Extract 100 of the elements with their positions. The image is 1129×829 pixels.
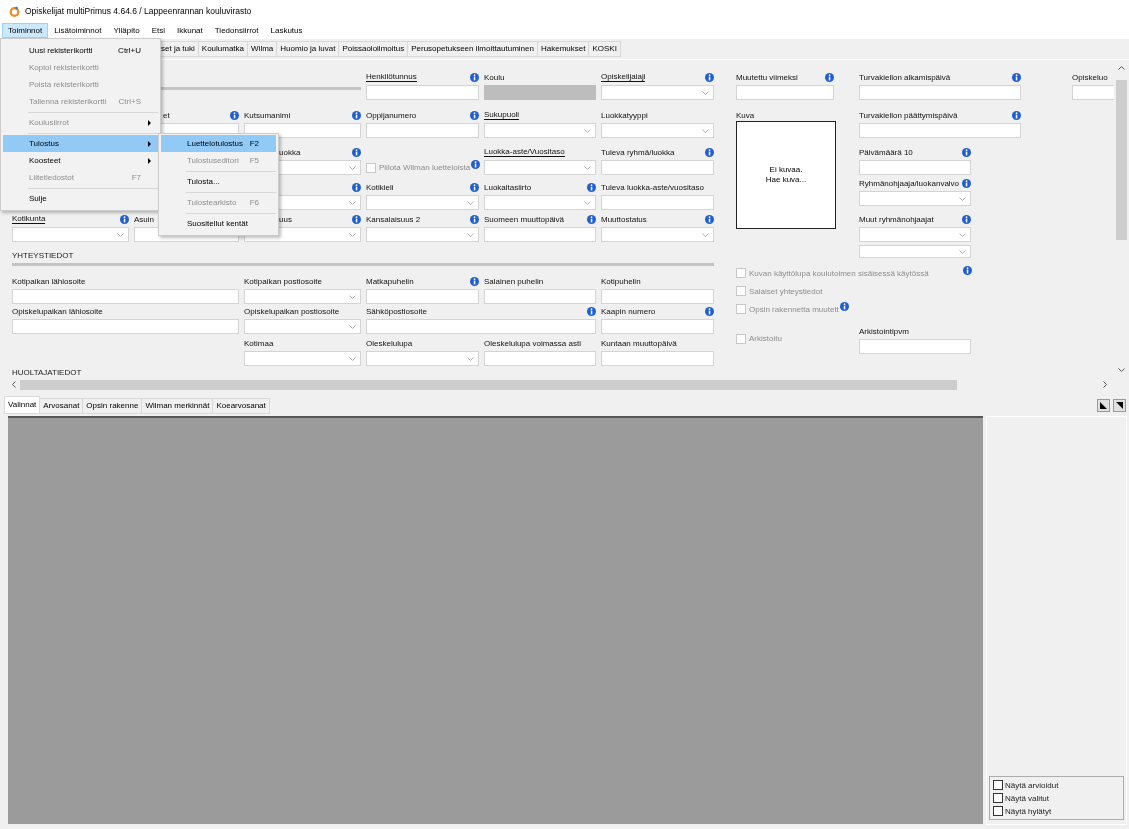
text-field[interactable] (601, 160, 714, 175)
tab[interactable]: Perusopetukseen ilmoittautuminen (408, 41, 538, 57)
text-field[interactable] (12, 319, 239, 334)
dropdown-field[interactable] (244, 289, 361, 304)
text-field[interactable] (859, 85, 1021, 100)
dropdown-field[interactable] (366, 195, 479, 210)
chevron-up-icon[interactable] (1118, 66, 1125, 70)
tab[interactable]: Hakemukset (537, 41, 590, 57)
info-icon[interactable] (587, 182, 596, 192)
dropdown-field[interactable] (244, 319, 361, 334)
dropdown-field[interactable] (484, 123, 596, 138)
text-field[interactable] (484, 351, 596, 366)
dropdown-field[interactable] (484, 195, 596, 210)
chevron-down-icon[interactable] (1118, 368, 1125, 372)
chevron-right-icon[interactable] (1103, 381, 1107, 388)
text-field[interactable] (366, 85, 479, 100)
scrollbar-thumb[interactable] (20, 379, 957, 390)
menu-item[interactable]: Tulosta... (161, 173, 276, 190)
menu-bar-item[interactable]: Lisätoiminnot (48, 23, 108, 38)
dropdown-field[interactable] (484, 160, 596, 175)
menu-item[interactable]: Tulostus (3, 135, 158, 152)
tab[interactable]: Koearvosanat (213, 398, 270, 414)
tab[interactable]: Arvosanat (40, 398, 84, 414)
text-field[interactable] (859, 160, 971, 175)
info-icon[interactable] (120, 214, 129, 224)
info-icon[interactable] (470, 110, 479, 120)
menu-item[interactable]: Koosteet (3, 152, 158, 169)
dropdown-field[interactable] (366, 227, 479, 242)
info-icon[interactable] (587, 306, 596, 316)
dropdown-field[interactable] (601, 227, 714, 242)
info-icon[interactable] (352, 182, 361, 192)
dropdown-field[interactable] (859, 245, 971, 258)
info-icon[interactable] (470, 276, 479, 286)
info-icon[interactable] (705, 72, 714, 82)
menu-bar-item[interactable]: Ikkunat (171, 23, 209, 38)
dock-button[interactable] (1097, 399, 1110, 412)
info-icon[interactable] (1012, 72, 1021, 82)
tab[interactable]: Wilma (248, 41, 278, 57)
photo-placeholder[interactable]: Ei kuvaa. Hae kuva... (736, 121, 836, 229)
menu-bar-item[interactable]: Toiminnot (2, 23, 49, 38)
info-icon[interactable] (825, 72, 834, 82)
info-icon[interactable] (962, 147, 971, 157)
text-field[interactable] (601, 319, 714, 334)
text-field[interactable] (366, 319, 596, 334)
dropdown-field[interactable] (859, 227, 971, 242)
text-field[interactable] (736, 85, 834, 100)
text-field[interactable] (601, 289, 714, 304)
info-icon[interactable] (705, 147, 714, 157)
menu-bar-item[interactable]: Laskutus (264, 23, 309, 38)
dropdown-field[interactable] (244, 351, 361, 366)
info-icon[interactable] (352, 110, 361, 120)
menu-bar-item[interactable]: Etsi (145, 23, 171, 38)
dropdown-field[interactable] (859, 191, 971, 206)
info-icon[interactable] (705, 306, 714, 316)
scrollbar-thumb[interactable] (1116, 80, 1127, 240)
text-field[interactable] (366, 123, 479, 138)
info-icon[interactable] (1012, 110, 1021, 120)
text-field[interactable] (1072, 85, 1114, 100)
menu-bar-item[interactable]: Tiedonsiirrot (208, 23, 265, 38)
tab[interactable]: Koulumatka (198, 41, 249, 57)
tab[interactable]: Valinnat (4, 396, 41, 414)
info-icon[interactable] (230, 110, 239, 120)
dropdown-field[interactable] (12, 227, 129, 242)
checkbox[interactable] (993, 793, 1003, 803)
dock-button[interactable] (1113, 399, 1126, 412)
text-field[interactable] (601, 195, 714, 210)
menu-item[interactable]: Sulje (3, 190, 158, 207)
info-icon[interactable] (470, 214, 479, 224)
menu-item[interactable]: Suositellut kentät (161, 215, 276, 232)
info-icon[interactable] (352, 147, 361, 157)
tab[interactable]: Wilman merkinnät (142, 398, 214, 414)
dropdown-field[interactable] (601, 123, 714, 138)
info-icon[interactable] (470, 182, 479, 192)
text-field[interactable] (366, 289, 479, 304)
menu-item[interactable]: Luettelotulostus F2 (161, 135, 276, 152)
field-label: Henkilötunnus (366, 72, 417, 82)
text-field[interactable] (859, 339, 971, 354)
info-icon[interactable] (352, 214, 361, 224)
text-field[interactable] (601, 351, 714, 366)
text-field[interactable] (859, 123, 1021, 138)
info-icon[interactable] (470, 72, 479, 82)
tab[interactable]: Poissaoloilmoitus (339, 41, 409, 57)
info-icon[interactable] (962, 178, 971, 188)
info-icon[interactable] (705, 214, 714, 224)
dropdown-field[interactable] (366, 351, 479, 366)
tab[interactable]: Opsin rakenne (83, 398, 143, 414)
checkbox[interactable] (993, 806, 1003, 816)
chevron-left-icon[interactable] (12, 381, 16, 388)
tab[interactable]: KOSKI (589, 41, 621, 57)
field-label: Tuleva ryhmä/luokka (601, 147, 675, 157)
info-icon[interactable] (962, 214, 971, 224)
menu-bar-item[interactable]: Ylläpito (107, 23, 146, 38)
text-field[interactable] (484, 227, 596, 242)
tab[interactable]: Huomio ja luvat (277, 41, 340, 57)
text-field[interactable] (12, 289, 239, 304)
dropdown-field[interactable] (601, 85, 714, 100)
checkbox[interactable] (993, 780, 1003, 790)
text-field[interactable] (484, 289, 596, 304)
menu-item[interactable]: Uusi rekisterikortti Ctrl+U (3, 42, 158, 59)
info-icon[interactable] (587, 214, 596, 224)
